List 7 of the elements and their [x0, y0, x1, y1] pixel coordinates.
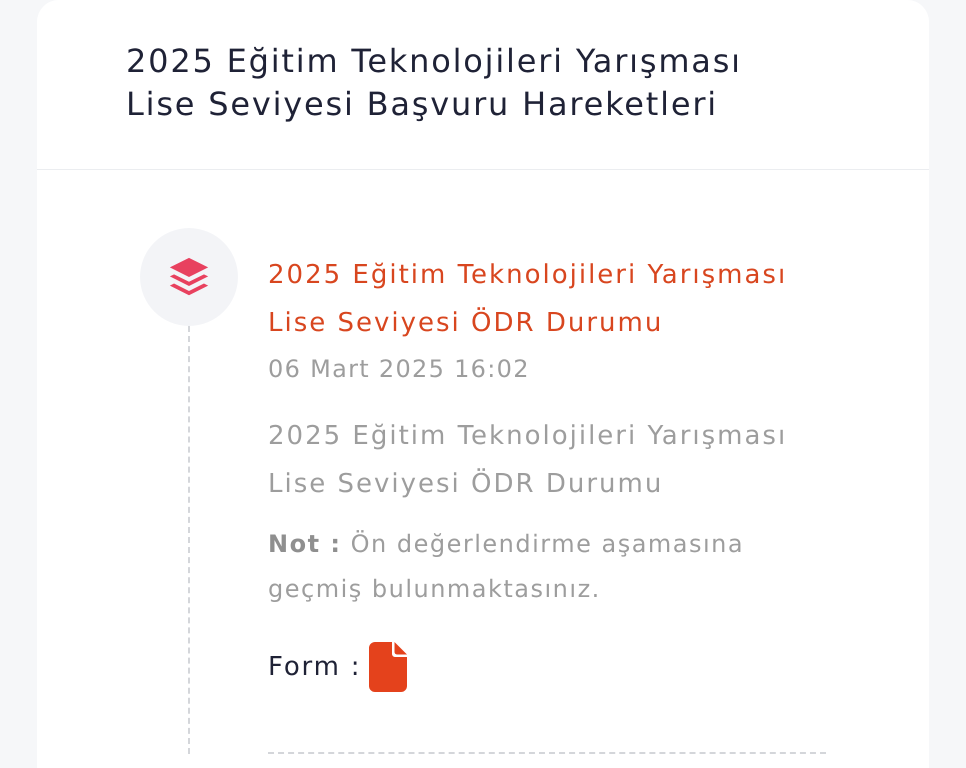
entry-title: 2025 Eğitim Teknolojileri Yarışması Lise Seviyesi ÖDR Durumu	[268, 259, 788, 340]
form-label: Form :	[268, 651, 362, 684]
page-title: 2025 Eğitim Teknolojileri Yarışması Lise Seviyesi Başvuru Hareketleri	[126, 41, 743, 125]
file-icon[interactable]	[369, 642, 408, 692]
entry-note: Not : Ön değerlendirme aşamasına geçmiş bulunmaktasınız.	[268, 529, 746, 605]
entry-description: 2025 Eğitim Teknolojileri Yarışması Lise Seviyesi ÖDR Durumu	[268, 420, 788, 501]
entry-date: 06 Mart 2025 16:02	[268, 354, 531, 385]
